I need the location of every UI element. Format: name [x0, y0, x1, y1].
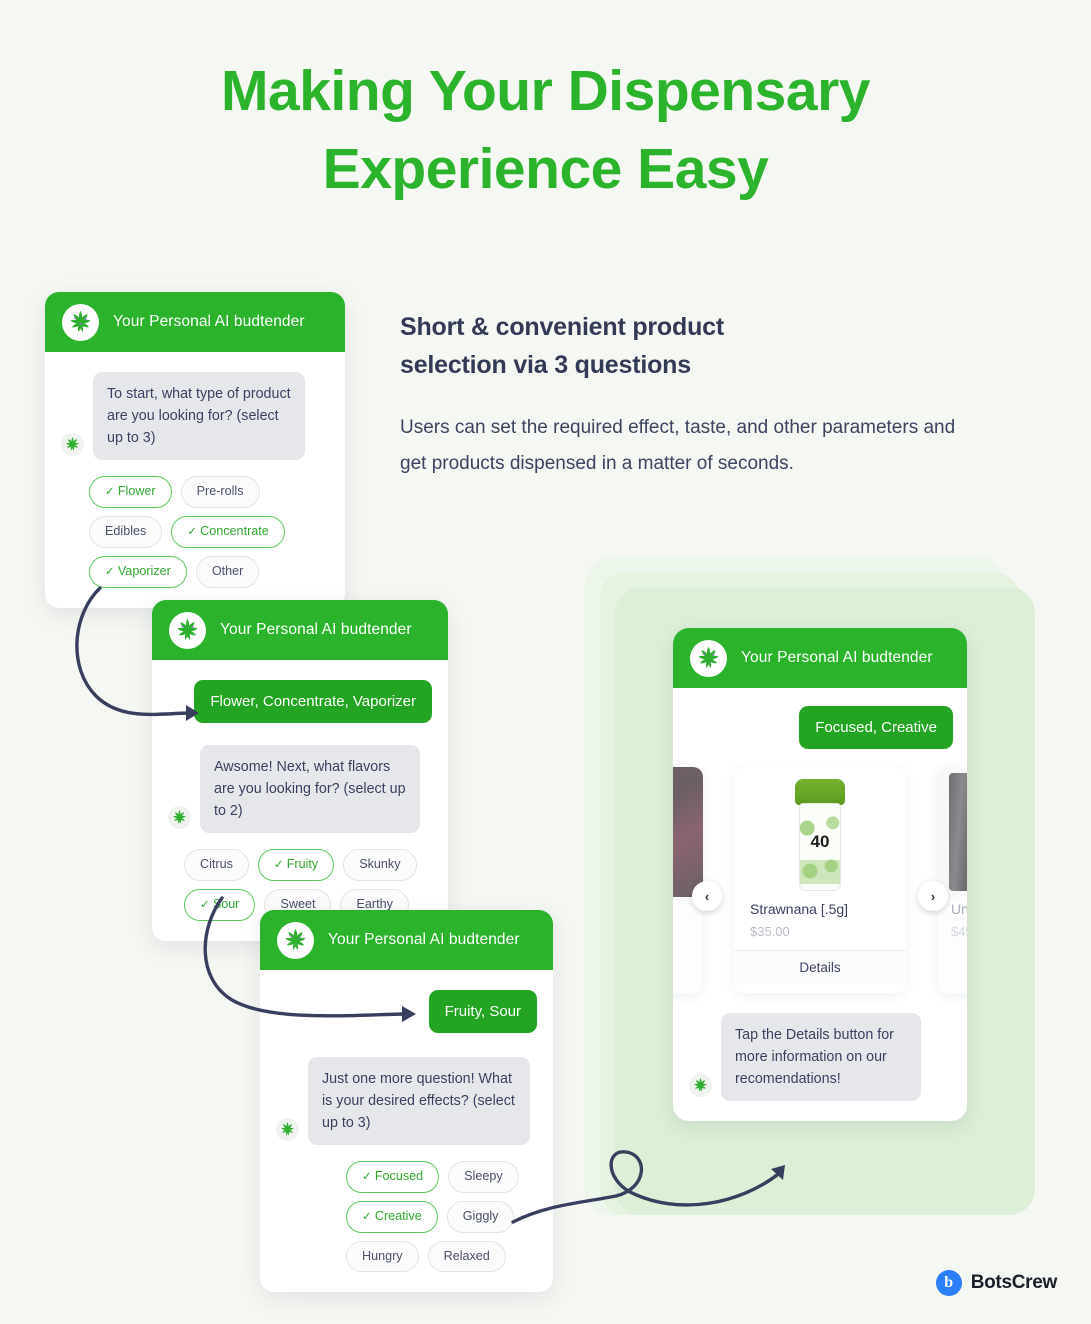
bot-message: Awsome! Next, what flavors are you looki… — [200, 745, 420, 833]
chip-citrus[interactable]: Citrus — [184, 849, 249, 881]
botscrew-logo: b BotsCrew — [935, 1270, 1058, 1296]
chat-header-title: Your Personal AI budtender — [328, 931, 520, 948]
product-image — [673, 767, 703, 897]
infographic-page: Making Your Dispensary Experience Easy S… — [0, 0, 1091, 1324]
chat-header-title: Your Personal AI budtender — [741, 649, 933, 666]
carousel-prev-icon[interactable]: ‹ — [692, 881, 722, 911]
chip-giggly[interactable]: Giggly — [446, 1201, 515, 1233]
product-price: $45.0 — [951, 924, 967, 939]
jar-body: 40 — [799, 803, 841, 891]
cannabis-jar-icon: 40 — [792, 779, 848, 891]
bot-message: Tap the Details button for more informat… — [721, 1013, 921, 1101]
chat-body: To start, what type of product are you l… — [45, 352, 345, 608]
user-message: Flower, Concentrate, Vaporizer — [194, 680, 432, 723]
product-image — [937, 767, 967, 897]
chat-header: Your Personal AI budtender — [45, 292, 345, 352]
description-heading-line-1: Short & convenient product — [400, 313, 724, 341]
chat-card-effects: Your Personal AI budtender Fruity, Sour … — [260, 910, 553, 1292]
chip-sour[interactable]: Sour — [184, 889, 256, 921]
page-title-line-2: Experience Easy — [322, 137, 769, 201]
bot-message-row: Just one more question! What is your des… — [276, 1057, 537, 1145]
jar-cap — [795, 779, 845, 805]
chat-header-title: Your Personal AI budtender — [113, 313, 305, 330]
botscrew-logo-mark: b — [935, 1270, 962, 1296]
chip-sleepy[interactable]: Sleepy — [448, 1161, 519, 1193]
cannabis-leaf-icon — [169, 611, 206, 649]
bot-message-row: Awsome! Next, what flavors are you looki… — [168, 745, 432, 833]
description-body: Users can set the required effect, taste… — [400, 417, 956, 474]
chip-relaxed[interactable]: Relaxed — [427, 1241, 506, 1272]
description-heading-line-2: selection via 3 questions — [400, 351, 691, 379]
chip-creative[interactable]: Creative — [346, 1201, 438, 1233]
chip-hungry[interactable]: Hungry — [346, 1241, 419, 1272]
product-card-previous[interactable] — [673, 767, 703, 993]
page-title: Making Your Dispensary Experience Easy — [0, 52, 1091, 208]
product-image: 40 — [734, 767, 906, 897]
description-block: Short & convenient product selection via… — [400, 308, 960, 482]
chip-fruity[interactable]: Fruity — [257, 849, 335, 881]
carousel-next-icon[interactable]: › — [918, 881, 948, 911]
chip-flower[interactable]: Flower — [89, 476, 172, 508]
option-chip-group: Focused Sleepy Creative Giggly Hungry Re… — [276, 1161, 537, 1272]
cannabis-leaf-icon — [276, 1118, 299, 1141]
cannabis-leaf-icon — [690, 639, 727, 677]
chip-vaporizer[interactable]: Vaporizer — [89, 556, 187, 588]
chat-header-title: Your Personal AI budtender — [220, 621, 412, 638]
cannabis-leaf-icon — [689, 1074, 712, 1097]
chat-body: Fruity, Sour Just one more question! Wha… — [260, 970, 553, 1292]
jar-label-number: 40 — [810, 832, 830, 851]
description-heading: Short & convenient product selection via… — [400, 308, 960, 384]
chip-edibles[interactable]: Edibles — [89, 516, 163, 548]
chat-card-recommendations: Your Personal AI budtender Focused, Crea… — [673, 628, 967, 1121]
jar-label-stripe — [800, 860, 840, 884]
cannabis-leaf-icon — [277, 921, 314, 959]
user-message-row: Flower, Concentrate, Vaporizer — [168, 680, 432, 723]
chat-body: Focused, Creative Unic $45.0 — [673, 688, 967, 1121]
chat-card-flavors: Your Personal AI budtender Flower, Conce… — [152, 600, 448, 941]
cannabis-leaf-icon — [62, 303, 99, 341]
user-message: Focused, Creative — [799, 706, 953, 749]
chat-header: Your Personal AI budtender — [673, 628, 967, 688]
cannabis-leaf-icon — [61, 433, 84, 456]
user-message: Fruity, Sour — [428, 990, 537, 1033]
product-details-button[interactable]: Details — [734, 950, 906, 984]
cannabis-leaf-icon — [168, 806, 191, 829]
chat-body: Flower, Concentrate, Vaporizer Awsome! N… — [152, 660, 448, 941]
user-message-row: Fruity, Sour — [276, 990, 537, 1033]
chat-header: Your Personal AI budtender — [260, 910, 553, 970]
chat-card-product-type: Your Personal AI budtender To start, wha… — [45, 292, 345, 608]
product-carousel: Unic $45.0 40 Strawnana [.5g] — [673, 767, 967, 995]
bot-message: To start, what type of product are you l… — [93, 372, 305, 460]
user-message-row: Focused, Creative — [673, 706, 967, 749]
bot-message-row: Tap the Details button for more informat… — [673, 1013, 967, 1101]
option-chip-group: Flower Pre-rolls Edibles Concentrate Vap… — [61, 476, 329, 588]
product-card-next[interactable]: Unic $45.0 — [937, 767, 967, 993]
chip-other[interactable]: Other — [195, 556, 260, 588]
page-title-line-1: Making Your Dispensary — [221, 59, 870, 123]
chip-pre-rolls[interactable]: Pre-rolls — [180, 476, 260, 508]
product-price: $35.00 — [750, 924, 790, 939]
chip-focused[interactable]: Focused — [346, 1161, 440, 1193]
botscrew-logo-text: BotsCrew — [970, 1272, 1058, 1293]
bot-message: Just one more question! What is your des… — [308, 1057, 530, 1145]
product-card-current[interactable]: 40 Strawnana [.5g] $35.00 Details — [734, 767, 906, 993]
product-name: Strawnana [.5g] — [750, 901, 849, 917]
chip-skunky[interactable]: Skunky — [343, 849, 417, 881]
bot-message-row: To start, what type of product are you l… — [61, 372, 329, 460]
chip-concentrate[interactable]: Concentrate — [171, 516, 285, 548]
chat-header: Your Personal AI budtender — [152, 600, 448, 660]
